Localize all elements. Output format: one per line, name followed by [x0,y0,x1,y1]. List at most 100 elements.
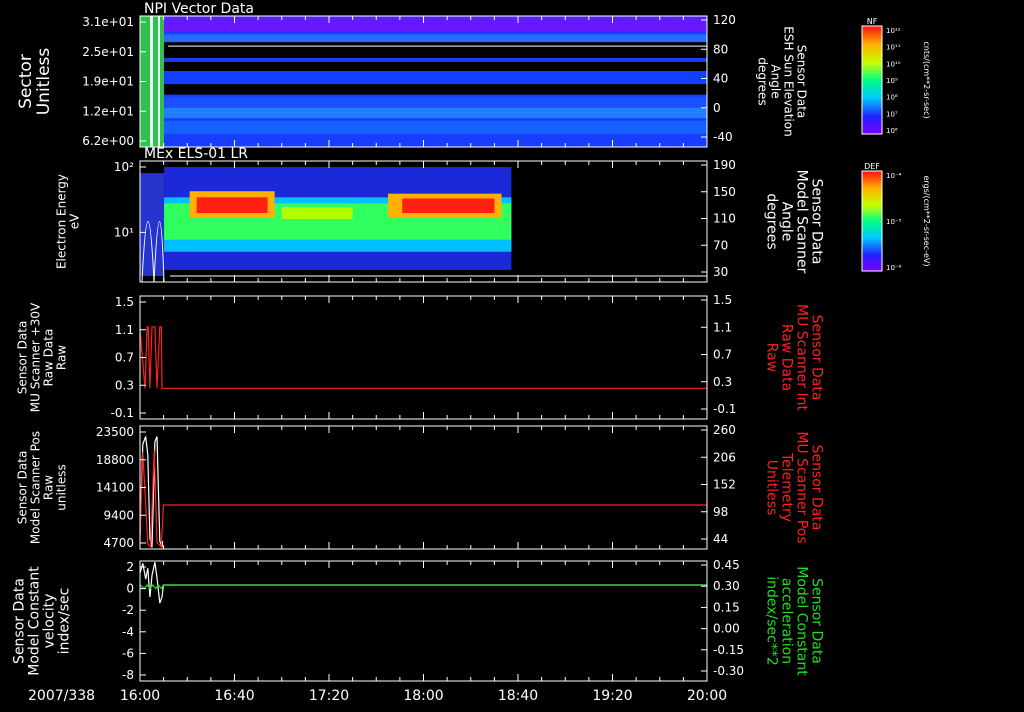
y-tick-label: 0 [126,582,134,596]
y-tick-label: 3.1e+01 [82,15,134,29]
series-line-1 [139,584,707,590]
y2-tick-label: 120 [713,13,736,27]
npi-band-4 [164,74,707,82]
y-tick-label: -4 [122,625,134,639]
y2-axis-label: Model Constant [794,566,810,676]
y2-tick-label: 80 [713,42,728,56]
y-axis-label: index/sec [57,588,73,655]
npi-band-8 [164,120,707,134]
y-tick-label: 1.2e+01 [82,104,134,118]
colorbar-units: ergs/(cm**2-sr-sec-eV) [922,175,931,266]
y-tick-label: 14100 [96,481,134,495]
y-tick-label: -0.1 [111,406,134,420]
colorbar-label: DEF [864,162,880,171]
colorbar-label: NF [867,17,878,26]
npi-band-1 [164,34,707,43]
y-tick-label: 9400 [103,508,134,522]
colorbar-tick: 10⁶ [886,127,898,135]
els-burst-2-core [402,198,495,214]
x-tick-label: 18:00 [403,688,443,704]
y2-tick-label: 0 [713,101,721,115]
colorbar-tick: 10⁸ [886,94,898,102]
colorbar [861,170,883,272]
y2-tick-label: 40 [713,72,728,86]
y-axis-label: unitless [55,464,69,510]
npi-band-5 [164,84,707,95]
y2-axis-label: Sensor Data [795,45,809,119]
y-axis-label: Raw [55,345,69,370]
y2-axis-label: Sensor Data [809,445,825,531]
colorbar-tick: 10⁻⁶ [886,264,902,272]
y-axis-label: Sensor Data [16,321,30,395]
y2-axis-label: Model Scanner [794,170,810,274]
y-axis-label: Sensor Data [12,578,28,664]
y-axis-label: Model Scanner Pos [29,431,43,544]
y2-tick-label: 70 [713,238,728,252]
y-tick-label: 10² [114,160,134,174]
y2-tick-label: -0.30 [713,664,744,678]
y2-axis-label: Sensor Data [809,578,825,664]
y-tick-label: -6 [122,646,134,660]
y-tick-label: 1.9e+01 [82,75,134,89]
y2-tick-label: -0.15 [713,643,744,657]
y2-axis-label: Telemetry [779,452,795,522]
x-tick-label: 18:40 [498,688,538,704]
npi-band-3 [164,61,707,72]
y2-tick-label: 190 [713,158,736,172]
y-tick-label: 23500 [96,425,134,439]
y-tick-label: 6.2e+00 [82,134,134,148]
y2-tick-label: 152 [713,478,736,492]
y2-tick-label: 1.5 [713,293,732,307]
x-tick-label: 19:20 [592,688,632,704]
colorbar-tick: 10⁹ [886,77,898,85]
npi-early-mark [158,16,160,147]
y2-axis-label: Raw [764,343,780,372]
date-label: 2007/338 [28,688,95,704]
y2-tick-label: 0.45 [713,558,740,572]
panel-frame [139,295,708,420]
panel-title: NPI Vector Data [144,1,254,17]
colorbar-tick: 10¹² [886,27,901,35]
colorbar-tick: 10⁷ [886,110,898,118]
y2-axis-label: Unitless [764,460,780,516]
y2-tick-label: 30 [713,265,728,279]
npi-band-6 [164,97,707,108]
plot-canvas: 3.1e+01 2.5e+01 1.9e+01 1.2e+01 6.2e+00 120 80… [0,0,1024,708]
series-line-1 [139,449,707,549]
y2-tick-label: 0.15 [713,600,740,614]
y2-tick-label: 206 [713,450,736,464]
y2-tick-label: 150 [713,185,736,199]
y2-tick-label: 98 [713,505,728,519]
npi-early-mark [150,16,153,147]
y2-tick-label: 44 [713,532,728,546]
colorbar-tick: 10⁻⁴ [886,172,902,180]
npi-top-noise [164,16,707,24]
colorbar-units: cnts/(cm**2-sr-sec) [922,41,931,118]
colorbar-tick: 10¹¹ [886,44,901,52]
y2-tick-label: 1.1 [713,320,732,334]
npi-band-0 [164,22,707,32]
y2-axis-label: MU Scanner Pos [794,431,810,543]
y-tick-label: 1.5 [115,295,134,309]
panel-title: MEx ELS-01 LR [144,146,248,162]
y-tick-label: 10¹ [114,225,134,239]
y-tick-label: -8 [122,668,134,682]
y2-axis-label: Raw Data [779,324,795,391]
y-tick-label: 4700 [103,536,134,550]
y-tick-label: 1.1 [115,323,134,337]
panel-frame [139,425,708,550]
y-tick-label: -2 [122,603,134,617]
colorbar-tick: 10⁻⁵ [886,218,902,226]
x-tick-label: 16:40 [214,688,254,704]
els-mid-patch [281,206,353,220]
y-axis-label: Raw Data [42,329,56,387]
y-tick-label: 0.7 [115,351,134,365]
y-axis-label: Model Constant [27,566,43,676]
y2-tick-label: 0.00 [713,622,740,636]
y2-tick-label: 0.3 [713,375,732,389]
y2-axis-label: ESH Sun Elevation [782,26,796,136]
y-axis-label: MU Scanner +30V [29,302,43,412]
panel-frame [139,560,708,682]
y2-tick-label: 0.7 [713,348,732,362]
y-axis-label: Raw [42,475,56,500]
